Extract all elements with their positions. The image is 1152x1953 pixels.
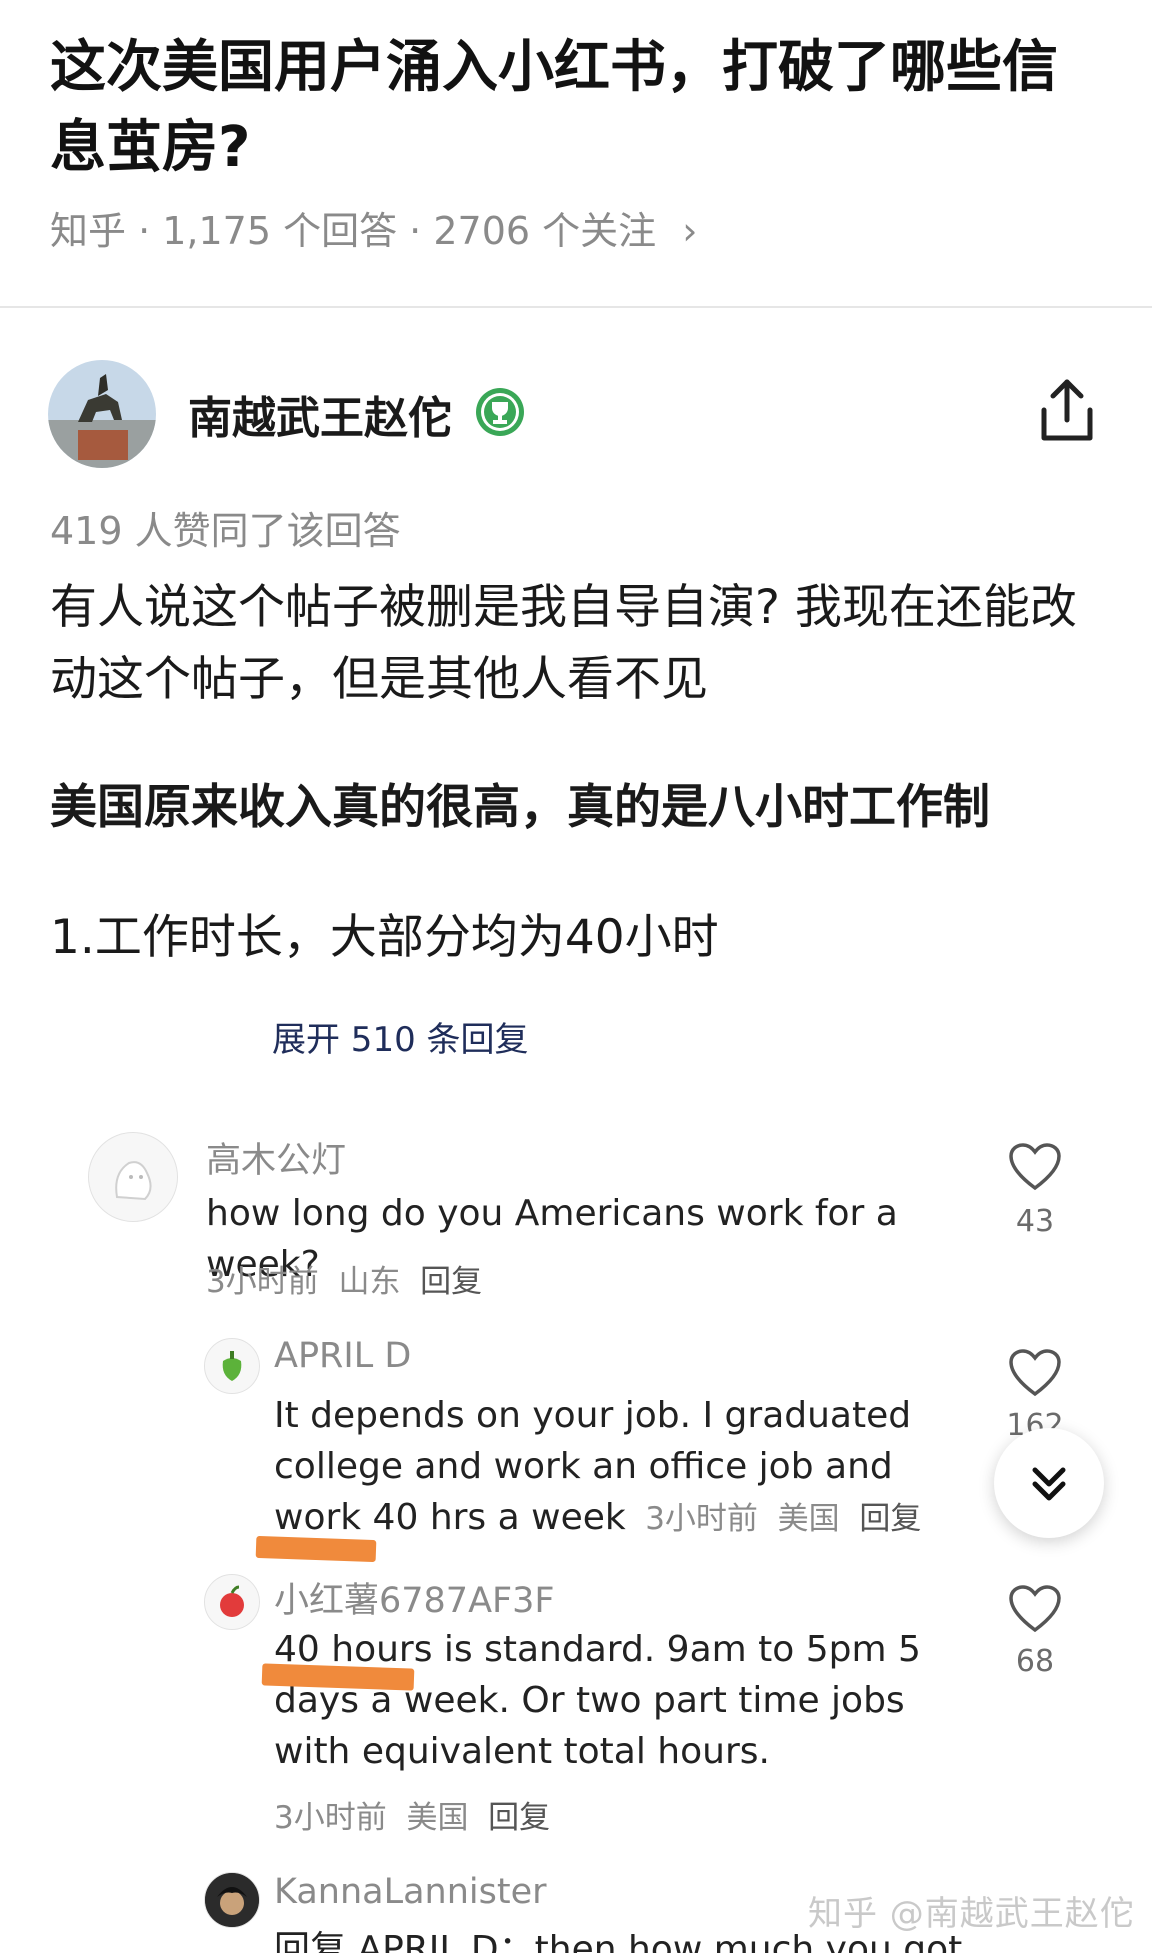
trophy-badge-icon — [474, 386, 526, 438]
question-meta-text: 知乎 · 1,175 个回答 · 2706 个关注 — [50, 209, 657, 253]
comment-time: 3小时前 — [645, 1501, 758, 1537]
chevron-right-icon: › — [682, 209, 698, 253]
answer-bold-heading: 美国原来收入真的很高，真的是八小时工作制 — [50, 780, 990, 835]
vote-count: 419 人赞同了该回答 — [50, 509, 401, 553]
heart-icon[interactable] — [1008, 1348, 1062, 1398]
comment-location: 美国 — [406, 1800, 469, 1836]
reply-button[interactable]: 回复 — [488, 1800, 550, 1836]
heart-icon[interactable] — [1008, 1584, 1062, 1634]
comment-location: 山东 — [338, 1264, 401, 1300]
comment-author[interactable]: 高木公灯 — [206, 1132, 346, 1183]
orange-highlight-mark — [255, 1535, 377, 1563]
comment-author[interactable]: APRIL D — [274, 1336, 411, 1376]
comment-time: 3小时前 — [206, 1264, 319, 1300]
comment-location: 美国 — [777, 1501, 840, 1537]
comment-meta: 3小时前 美国 回复 — [645, 1501, 921, 1537]
share-icon[interactable] — [1036, 376, 1098, 446]
divider — [0, 306, 1152, 308]
comment-meta: 3小时前 山东 回复 — [206, 1256, 482, 1301]
expand-replies-cutoff: 展开 510 条回复 — [272, 1020, 529, 1060]
cartoon-avatar-icon — [89, 1133, 177, 1221]
comment-avatar[interactable] — [204, 1338, 260, 1394]
answer-paragraph: 有人说这个帖子被删是我自导自演? 我现在还能改动这个帖子，但是其他人看不见 — [50, 580, 1077, 707]
green-pepper-avatar-icon — [205, 1339, 259, 1393]
reply-button[interactable]: 回复 — [420, 1264, 482, 1300]
heart-icon[interactable] — [1008, 1142, 1062, 1192]
reply-button[interactable]: 回复 — [859, 1501, 921, 1537]
comment-meta: 3小时前 美国 回复 — [274, 1792, 550, 1837]
author-name[interactable]: 南越武王赵佗 — [188, 382, 452, 446]
scroll-down-button[interactable] — [994, 1428, 1104, 1538]
comment-author[interactable]: KannaLannister — [274, 1872, 547, 1912]
question-meta[interactable]: 知乎 · 1,175 个回答 · 2706 个关注 › — [50, 200, 697, 255]
statue-avatar-image — [48, 360, 156, 468]
author-avatar[interactable] — [48, 360, 156, 468]
apple-avatar-icon — [205, 1575, 259, 1629]
question-title[interactable]: 这次美国用户涌入小红书，打破了哪些信息茧房? — [50, 28, 1090, 188]
comment-avatar[interactable] — [204, 1574, 260, 1630]
answer-paragraph: 1.工作时长，大部分均为40小时 — [50, 910, 719, 965]
anime-avatar-icon — [205, 1873, 259, 1927]
watermark: 知乎 @南越武王赵佗 — [808, 1894, 1135, 1934]
comment-author[interactable]: 小红薯6787AF3F — [274, 1572, 555, 1623]
double-chevron-down-icon — [1032, 1467, 1066, 1501]
comment-text: 40 hours is standard. 9am to 5pm 5 days … — [274, 1629, 921, 1772]
comment-time: 3小时前 — [274, 1800, 387, 1836]
like-count: 43 — [1015, 1204, 1055, 1239]
comment-avatar[interactable] — [204, 1872, 260, 1928]
comment-text: It depends on your job. I graduated coll… — [274, 1390, 940, 1545]
comment-avatar[interactable] — [88, 1132, 178, 1222]
like-count: 68 — [1015, 1644, 1055, 1679]
